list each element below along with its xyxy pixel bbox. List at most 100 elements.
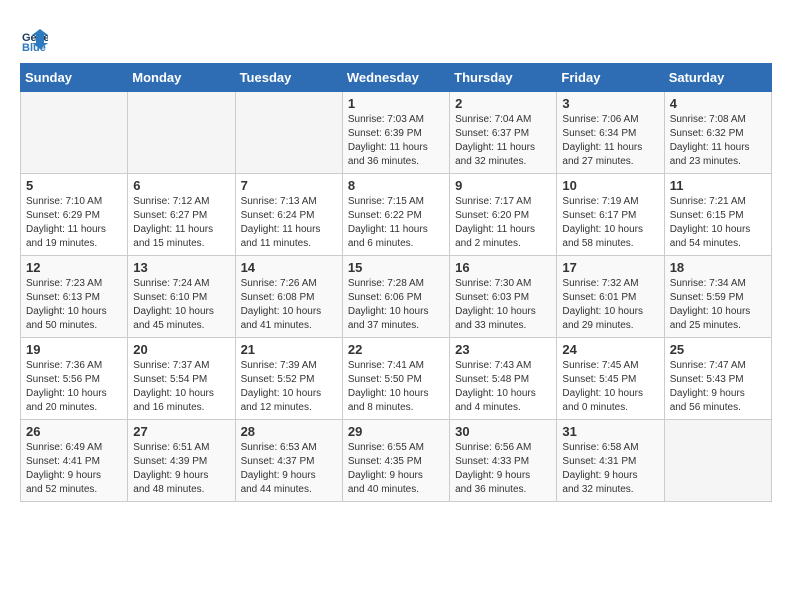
calendar-cell: 11 Sunrise: 7:21 AM Sunset: 6:15 PM Dayli… bbox=[664, 174, 771, 256]
day-info: Sunrise: 6:55 AM Sunset: 4:35 PM Dayligh… bbox=[348, 441, 444, 497]
day-info: Sunrise: 7:47 AM Sunset: 5:43 PM Dayligh… bbox=[670, 359, 766, 415]
weekday-header: Thursday bbox=[450, 64, 557, 92]
day-number: 16 bbox=[455, 260, 551, 275]
day-info: Sunrise: 6:49 AM Sunset: 4:41 PM Dayligh… bbox=[26, 441, 122, 497]
day-info: Sunrise: 7:03 AM Sunset: 6:39 PM Dayligh… bbox=[348, 113, 444, 169]
calendar-cell: 16 Sunrise: 7:30 AM Sunset: 6:03 PM Dayli… bbox=[450, 256, 557, 338]
day-info: Sunrise: 7:45 AM Sunset: 5:45 PM Dayligh… bbox=[562, 359, 658, 415]
day-info: Sunrise: 6:53 AM Sunset: 4:37 PM Dayligh… bbox=[241, 441, 337, 497]
calendar-cell: 30 Sunrise: 6:56 AM Sunset: 4:33 PM Dayli… bbox=[450, 420, 557, 502]
day-info: Sunrise: 7:15 AM Sunset: 6:22 PM Dayligh… bbox=[348, 195, 444, 251]
day-number: 19 bbox=[26, 342, 122, 357]
calendar-cell: 5 Sunrise: 7:10 AM Sunset: 6:29 PM Daylig… bbox=[21, 174, 128, 256]
weekday-header: Saturday bbox=[664, 64, 771, 92]
calendar-cell: 24 Sunrise: 7:45 AM Sunset: 5:45 PM Dayli… bbox=[557, 338, 664, 420]
day-number: 4 bbox=[670, 96, 766, 111]
day-info: Sunrise: 7:43 AM Sunset: 5:48 PM Dayligh… bbox=[455, 359, 551, 415]
day-info: Sunrise: 6:58 AM Sunset: 4:31 PM Dayligh… bbox=[562, 441, 658, 497]
day-number: 6 bbox=[133, 178, 229, 193]
day-number: 22 bbox=[348, 342, 444, 357]
day-info: Sunrise: 7:24 AM Sunset: 6:10 PM Dayligh… bbox=[133, 277, 229, 333]
day-number: 7 bbox=[241, 178, 337, 193]
calendar-cell: 18Sunrise: 7:34 AM Sunset: 5:59 PM Dayli… bbox=[664, 256, 771, 338]
day-number: 1 bbox=[348, 96, 444, 111]
day-info: Sunrise: 7:10 AM Sunset: 6:29 PM Dayligh… bbox=[26, 195, 122, 251]
calendar-cell: 3 Sunrise: 7:06 AM Sunset: 6:34 PM Daylig… bbox=[557, 92, 664, 174]
calendar-cell: 12Sunrise: 7:23 AM Sunset: 6:13 PM Dayli… bbox=[21, 256, 128, 338]
weekday-header: Monday bbox=[128, 64, 235, 92]
calendar-cell: 25 Sunrise: 7:47 AM Sunset: 5:43 PM Dayli… bbox=[664, 338, 771, 420]
day-number: 20 bbox=[133, 342, 229, 357]
weekday-row: SundayMondayTuesdayWednesdayThursdayFrid… bbox=[21, 64, 772, 92]
calendar-cell: 20 Sunrise: 7:37 AM Sunset: 5:54 PM Dayli… bbox=[128, 338, 235, 420]
calendar-cell: 29 Sunrise: 6:55 AM Sunset: 4:35 PM Dayli… bbox=[342, 420, 449, 502]
calendar-cell: 14Sunrise: 7:26 AM Sunset: 6:08 PM Dayli… bbox=[235, 256, 342, 338]
day-info: Sunrise: 7:04 AM Sunset: 6:37 PM Dayligh… bbox=[455, 113, 551, 169]
calendar-table: SundayMondayTuesdayWednesdayThursdayFrid… bbox=[20, 63, 772, 502]
calendar-cell: 19 Sunrise: 7:36 AM Sunset: 5:56 PM Dayli… bbox=[21, 338, 128, 420]
calendar-cell: 15 Sunrise: 7:28 AM Sunset: 6:06 PM Dayli… bbox=[342, 256, 449, 338]
day-info: Sunrise: 7:21 AM Sunset: 6:15 PM Dayligh… bbox=[670, 195, 766, 251]
day-info: Sunrise: 7:32 AM Sunset: 6:01 PM Dayligh… bbox=[562, 277, 658, 333]
calendar-cell: 1 Sunrise: 7:03 AM Sunset: 6:39 PM Daylig… bbox=[342, 92, 449, 174]
day-info: Sunrise: 7:34 AM Sunset: 5:59 PM Dayligh… bbox=[670, 277, 766, 333]
day-number: 3 bbox=[562, 96, 658, 111]
calendar-cell bbox=[664, 420, 771, 502]
calendar-cell: 7 Sunrise: 7:13 AM Sunset: 6:24 PM Daylig… bbox=[235, 174, 342, 256]
day-number: 30 bbox=[455, 424, 551, 439]
day-number: 23 bbox=[455, 342, 551, 357]
calendar-cell: 17 Sunrise: 7:32 AM Sunset: 6:01 PM Dayli… bbox=[557, 256, 664, 338]
calendar-week-row: 5 Sunrise: 7:10 AM Sunset: 6:29 PM Daylig… bbox=[21, 174, 772, 256]
day-number: 14 bbox=[241, 260, 337, 275]
day-info: Sunrise: 6:56 AM Sunset: 4:33 PM Dayligh… bbox=[455, 441, 551, 497]
day-number: 11 bbox=[670, 178, 766, 193]
day-info: Sunrise: 7:28 AM Sunset: 6:06 PM Dayligh… bbox=[348, 277, 444, 333]
day-info: Sunrise: 7:30 AM Sunset: 6:03 PM Dayligh… bbox=[455, 277, 551, 333]
calendar-cell: 31Sunrise: 6:58 AM Sunset: 4:31 PM Dayli… bbox=[557, 420, 664, 502]
day-number: 5 bbox=[26, 178, 122, 193]
calendar-header: SundayMondayTuesdayWednesdayThursdayFrid… bbox=[21, 64, 772, 92]
day-info: Sunrise: 7:23 AM Sunset: 6:13 PM Dayligh… bbox=[26, 277, 122, 333]
weekday-header: Tuesday bbox=[235, 64, 342, 92]
calendar-cell: 4Sunrise: 7:08 AM Sunset: 6:32 PM Daylig… bbox=[664, 92, 771, 174]
day-number: 17 bbox=[562, 260, 658, 275]
calendar-cell bbox=[128, 92, 235, 174]
calendar-cell: 21 Sunrise: 7:39 AM Sunset: 5:52 PM Dayli… bbox=[235, 338, 342, 420]
day-info: Sunrise: 7:36 AM Sunset: 5:56 PM Dayligh… bbox=[26, 359, 122, 415]
day-number: 26 bbox=[26, 424, 122, 439]
logo-icon: General Blue bbox=[20, 25, 48, 53]
day-number: 9 bbox=[455, 178, 551, 193]
calendar-week-row: 12Sunrise: 7:23 AM Sunset: 6:13 PM Dayli… bbox=[21, 256, 772, 338]
day-number: 2 bbox=[455, 96, 551, 111]
page-header: General Blue bbox=[20, 20, 772, 53]
day-number: 24 bbox=[562, 342, 658, 357]
calendar-cell bbox=[235, 92, 342, 174]
day-number: 28 bbox=[241, 424, 337, 439]
weekday-header: Sunday bbox=[21, 64, 128, 92]
calendar-cell: 13Sunrise: 7:24 AM Sunset: 6:10 PM Dayli… bbox=[128, 256, 235, 338]
day-number: 21 bbox=[241, 342, 337, 357]
calendar-cell: 22 Sunrise: 7:41 AM Sunset: 5:50 PM Dayli… bbox=[342, 338, 449, 420]
calendar-week-row: 19 Sunrise: 7:36 AM Sunset: 5:56 PM Dayli… bbox=[21, 338, 772, 420]
day-info: Sunrise: 6:51 AM Sunset: 4:39 PM Dayligh… bbox=[133, 441, 229, 497]
day-number: 15 bbox=[348, 260, 444, 275]
calendar-cell: 23 Sunrise: 7:43 AM Sunset: 5:48 PM Dayli… bbox=[450, 338, 557, 420]
day-number: 25 bbox=[670, 342, 766, 357]
day-info: Sunrise: 7:12 AM Sunset: 6:27 PM Dayligh… bbox=[133, 195, 229, 251]
calendar-week-row: 26 Sunrise: 6:49 AM Sunset: 4:41 PM Dayli… bbox=[21, 420, 772, 502]
calendar-cell: 26 Sunrise: 6:49 AM Sunset: 4:41 PM Dayli… bbox=[21, 420, 128, 502]
calendar-cell: 2 Sunrise: 7:04 AM Sunset: 6:37 PM Daylig… bbox=[450, 92, 557, 174]
calendar-cell: 8Sunrise: 7:15 AM Sunset: 6:22 PM Daylig… bbox=[342, 174, 449, 256]
calendar-cell: 10Sunrise: 7:19 AM Sunset: 6:17 PM Dayli… bbox=[557, 174, 664, 256]
day-info: Sunrise: 7:37 AM Sunset: 5:54 PM Dayligh… bbox=[133, 359, 229, 415]
calendar-cell: 6 Sunrise: 7:12 AM Sunset: 6:27 PM Daylig… bbox=[128, 174, 235, 256]
day-info: Sunrise: 7:06 AM Sunset: 6:34 PM Dayligh… bbox=[562, 113, 658, 169]
day-info: Sunrise: 7:17 AM Sunset: 6:20 PM Dayligh… bbox=[455, 195, 551, 251]
day-number: 29 bbox=[348, 424, 444, 439]
day-info: Sunrise: 7:13 AM Sunset: 6:24 PM Dayligh… bbox=[241, 195, 337, 251]
calendar-cell: 28 Sunrise: 6:53 AM Sunset: 4:37 PM Dayli… bbox=[235, 420, 342, 502]
calendar-body: 1 Sunrise: 7:03 AM Sunset: 6:39 PM Daylig… bbox=[21, 92, 772, 502]
day-number: 10 bbox=[562, 178, 658, 193]
day-info: Sunrise: 7:39 AM Sunset: 5:52 PM Dayligh… bbox=[241, 359, 337, 415]
day-info: Sunrise: 7:41 AM Sunset: 5:50 PM Dayligh… bbox=[348, 359, 444, 415]
